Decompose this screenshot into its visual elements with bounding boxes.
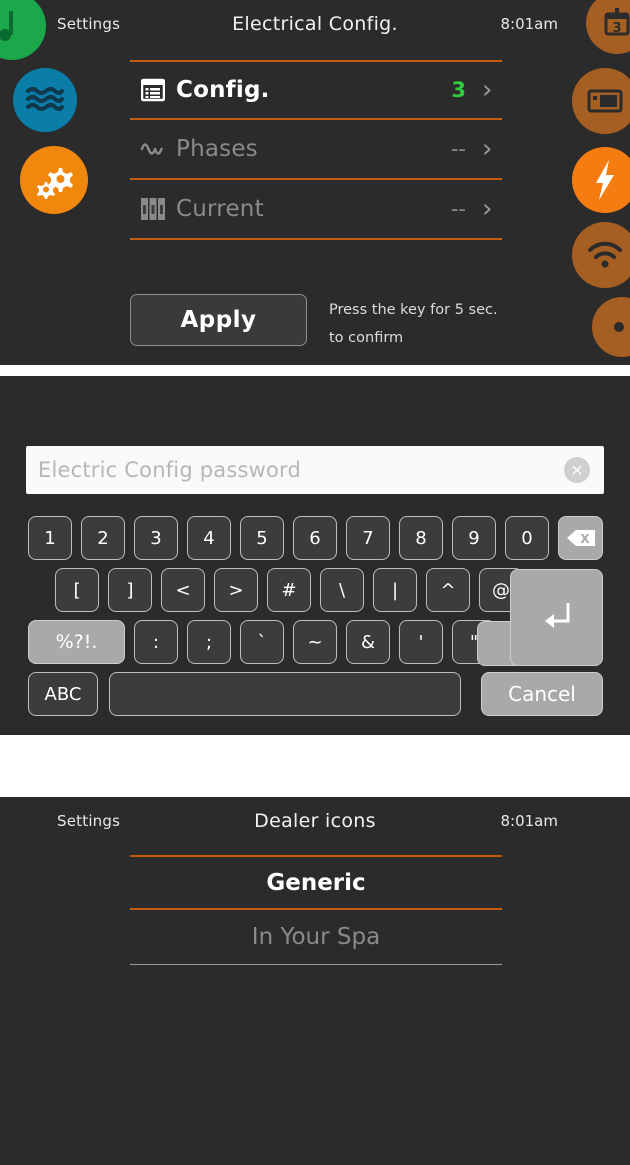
key-2[interactable]: 2 <box>81 516 125 560</box>
key-9[interactable]: 9 <box>452 516 496 560</box>
svg-text:X: X <box>580 532 590 546</box>
cancel-key[interactable]: Cancel <box>481 672 603 716</box>
apply-hint-line-2: to confirm <box>329 329 404 346</box>
keyboard-row-4: ABC Cancel <box>0 672 630 728</box>
password-keyboard-screen: Electric Config password ✕ 1 2 3 4 5 6 7… <box>0 376 630 735</box>
key-tilde[interactable]: ~ <box>293 620 337 664</box>
water-waves-icon[interactable] <box>13 68 77 132</box>
dealer-option-generic[interactable]: Generic <box>130 855 502 910</box>
key-0[interactable]: 0 <box>505 516 549 560</box>
key-6[interactable]: 6 <box>293 516 337 560</box>
key-colon[interactable]: : <box>134 620 178 664</box>
key-5[interactable]: 5 <box>240 516 284 560</box>
menu-label-config: Config. <box>176 77 270 103</box>
menu-label-phases: Phases <box>176 136 258 162</box>
key-ampersand[interactable]: & <box>346 620 390 664</box>
key-bracket-right[interactable]: ] <box>108 568 152 612</box>
enter-arrow-icon <box>537 599 577 637</box>
abc-toggle-key[interactable]: ABC <box>28 672 98 716</box>
password-placeholder: Electric Config password <box>38 458 302 482</box>
key-semicolon[interactable]: ; <box>187 620 231 664</box>
gears-icon[interactable] <box>20 146 88 214</box>
clock-label: 8:01am <box>500 812 559 830</box>
key-caret[interactable]: ^ <box>426 568 470 612</box>
menu-value-current: -- <box>450 197 466 221</box>
list-config-icon <box>130 78 176 102</box>
keyboard-row-1: 1 2 3 4 5 6 7 8 9 0 X <box>0 516 630 568</box>
chevron-right-icon: › <box>482 75 493 105</box>
dealer-option-label: In Your Spa <box>251 924 381 950</box>
clear-input-icon[interactable]: ✕ <box>564 457 590 483</box>
dealer-option-label: Generic <box>266 869 366 896</box>
display-panel-icon[interactable] <box>572 68 630 134</box>
dot-icon[interactable] <box>592 297 630 357</box>
top-bar: Settings Electrical Config. 8:01am <box>0 0 630 48</box>
key-greater-than[interactable]: > <box>214 568 258 612</box>
dealer-option-list: Generic In Your Spa <box>130 855 502 965</box>
key-pipe[interactable]: | <box>373 568 417 612</box>
key-backtick[interactable]: ` <box>240 620 284 664</box>
clock-label: 8:01am <box>500 15 559 33</box>
key-bracket-left[interactable]: [ <box>55 568 99 612</box>
menu-label-current: Current <box>176 196 264 222</box>
chevron-right-icon: › <box>482 194 493 224</box>
password-input[interactable]: Electric Config password ✕ <box>26 446 604 494</box>
menu-value-config: 3 <box>451 78 466 102</box>
symbols-toggle-key[interactable]: %?!. <box>28 620 125 664</box>
key-8[interactable]: 8 <box>399 516 443 560</box>
wifi-icon[interactable] <box>572 222 630 288</box>
dealer-icons-screen: Settings Dealer icons 8:01am Generic In … <box>0 797 630 1165</box>
lightning-bolt-icon[interactable] <box>572 147 630 213</box>
electrical-config-screen: Settings Electrical Config. 8:01am 3 Con… <box>0 0 630 365</box>
menu-row-config[interactable]: Config. 3 › <box>130 60 502 120</box>
breaker-icon <box>130 197 176 221</box>
backspace-icon: X <box>566 528 596 548</box>
dealer-option-in-your-spa[interactable]: In Your Spa <box>130 910 502 965</box>
enter-key[interactable] <box>510 569 603 666</box>
top-bar: Settings Dealer icons 8:01am <box>0 797 630 845</box>
key-apostrophe[interactable]: ' <box>399 620 443 664</box>
key-3[interactable]: 3 <box>134 516 178 560</box>
panel-separator-1 <box>0 365 630 376</box>
apply-button[interactable]: Apply <box>130 294 307 346</box>
key-4[interactable]: 4 <box>187 516 231 560</box>
sine-wave-icon <box>130 139 176 159</box>
apply-area: Apply Press the key for 5 sec. to confir… <box>130 294 498 352</box>
panel-separator-2 <box>0 735 630 797</box>
key-7[interactable]: 7 <box>346 516 390 560</box>
menu-row-phases[interactable]: Phases -- › <box>130 120 502 180</box>
chevron-right-icon: › <box>482 134 493 164</box>
key-backslash[interactable]: \ <box>320 568 364 612</box>
apply-hint-text: Press the key for 5 sec. to confirm <box>329 297 498 352</box>
backspace-key[interactable]: X <box>558 516 603 560</box>
apply-hint-line-1: Press the key for 5 sec. <box>329 302 498 318</box>
on-screen-keyboard: 1 2 3 4 5 6 7 8 9 0 X [ ] < > # \ | ^ @ … <box>0 516 630 728</box>
menu-row-current[interactable]: Current -- › <box>130 180 502 240</box>
electrical-menu-list: Config. 3 › Phases -- › Current -- › <box>130 60 502 240</box>
key-less-than[interactable]: < <box>161 568 205 612</box>
key-1[interactable]: 1 <box>28 516 72 560</box>
space-key[interactable] <box>109 672 461 716</box>
key-hash[interactable]: # <box>267 568 311 612</box>
menu-value-phases: -- <box>450 137 466 161</box>
